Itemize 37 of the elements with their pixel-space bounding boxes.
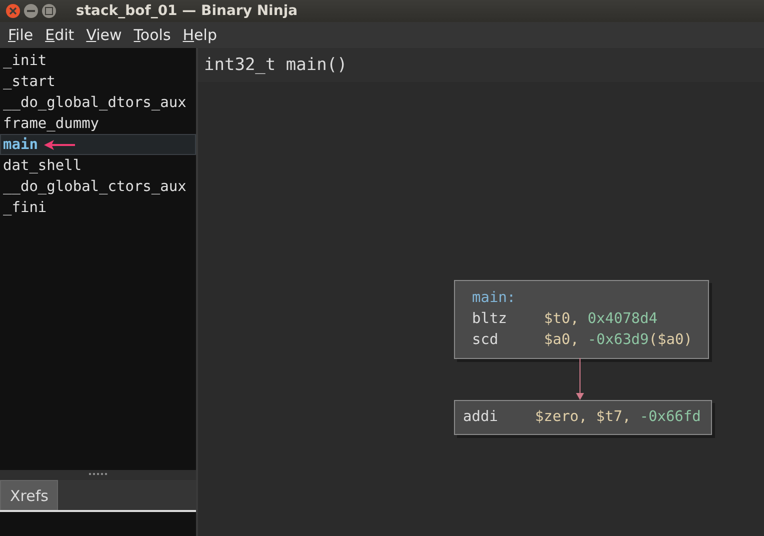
function-item[interactable]: __do_global_ctors_aux bbox=[0, 176, 196, 197]
instruction-line: bltz $t0, 0x4078d4 bbox=[472, 310, 658, 329]
close-icon bbox=[9, 7, 17, 15]
function-item[interactable]: _start bbox=[0, 71, 196, 92]
function-item[interactable]: main bbox=[0, 134, 196, 155]
window-title: stack_bof_01 — Binary Ninja bbox=[76, 3, 298, 19]
function-item[interactable]: _init bbox=[0, 50, 196, 71]
function-name: __do_global_dtors_aux bbox=[3, 94, 186, 110]
xrefs-tab[interactable]: Xrefs bbox=[0, 480, 58, 510]
minimize-icon bbox=[27, 10, 35, 12]
close-button[interactable] bbox=[6, 4, 20, 18]
maximize-button[interactable] bbox=[42, 4, 56, 18]
arrow-icon bbox=[42, 138, 76, 150]
function-item[interactable]: _fini bbox=[0, 197, 196, 218]
menu-item[interactable]: Edit bbox=[39, 26, 80, 44]
function-name: _start bbox=[3, 74, 56, 90]
instruction-line: addi $zero, $t7, -0x66fd bbox=[463, 408, 701, 427]
function-name: dat_shell bbox=[3, 158, 82, 174]
menu-item[interactable]: Tools bbox=[128, 26, 177, 44]
function-item[interactable]: __do_global_dtors_aux bbox=[0, 92, 196, 113]
function-name: main bbox=[3, 136, 38, 152]
function-item[interactable]: frame_dummy bbox=[0, 113, 196, 134]
splitter-grip-icon[interactable] bbox=[89, 473, 107, 477]
function-name: frame_dummy bbox=[3, 116, 100, 132]
edge-arrow bbox=[576, 358, 584, 400]
menu-item[interactable]: View bbox=[80, 26, 128, 44]
function-item[interactable]: dat_shell bbox=[0, 155, 196, 176]
minimize-button[interactable] bbox=[24, 4, 38, 18]
maximize-icon bbox=[45, 7, 53, 15]
instruction-line: scd $a0, -0x63d9($a0) bbox=[472, 331, 692, 350]
menu-item[interactable]: Help bbox=[176, 26, 223, 44]
function-name: __do_global_ctors_aux bbox=[3, 178, 186, 194]
function-name: _init bbox=[3, 52, 47, 68]
menu-item[interactable]: File bbox=[2, 26, 40, 44]
function-header: int32_t main() bbox=[198, 48, 764, 82]
instruction-line: main: bbox=[472, 289, 517, 308]
function-name: _fini bbox=[3, 200, 47, 216]
